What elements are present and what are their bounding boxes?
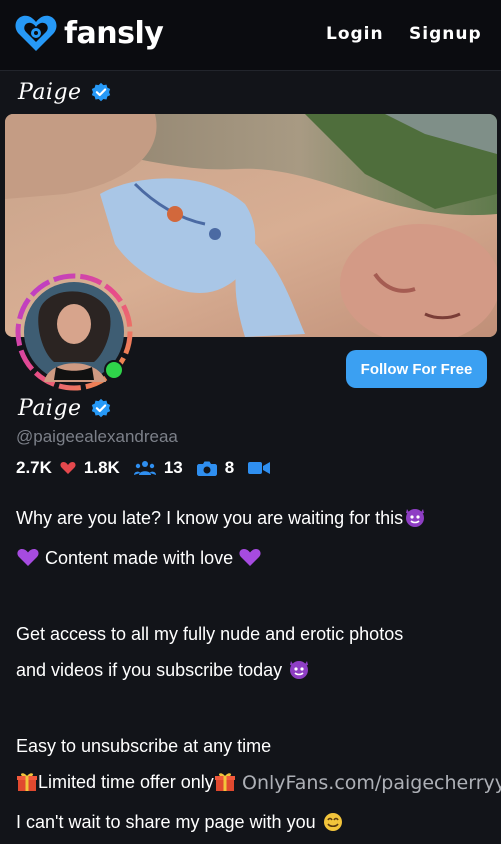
display-name: Paige — [18, 396, 82, 421]
profile-stats: 2.7K 1.8K 13 8 — [16, 458, 278, 478]
devil-emoji-icon — [403, 504, 427, 540]
followers-count: 2.7K — [16, 458, 52, 477]
verified-badge-icon — [91, 82, 110, 101]
heart-icon — [60, 462, 76, 474]
bio-text: I can't wait to share my page with you — [16, 812, 316, 832]
display-name-header: Paige — [18, 80, 82, 105]
bio-text: Get access to all my fully nude and erot… — [16, 624, 404, 644]
bio-spacer — [16, 692, 496, 728]
users-icon — [133, 461, 156, 475]
follow-for-free-button[interactable]: Follow For Free — [346, 350, 487, 388]
bio-spacer — [16, 580, 496, 616]
profile-avatar[interactable] — [14, 272, 134, 392]
watermark-text: OnlyFans.com/paigecherryy — [242, 772, 501, 794]
profile-header-name: Paige — [18, 80, 112, 105]
likes-count: 1.8K — [83, 458, 120, 477]
brand-name: fansly — [64, 15, 164, 51]
login-link[interactable]: Login — [326, 24, 384, 44]
online-status-indicator — [104, 360, 124, 380]
video-camera-icon — [248, 462, 271, 474]
verified-badge-icon — [91, 398, 110, 417]
gift-icon — [214, 768, 236, 804]
bio-text: Limited time offer only — [38, 772, 214, 792]
bio-text: Content made with love — [45, 548, 234, 568]
bio-line: Why are you late? I know you are waiting… — [16, 500, 496, 540]
top-navbar: fansly Login Signup — [0, 0, 501, 71]
purple-heart-icon — [16, 544, 40, 580]
bio-line: and videos if you subscribe today — [16, 652, 496, 692]
fansly-heart-icon — [15, 15, 57, 51]
subscribers-count: 13 — [163, 458, 183, 477]
bio-text: Why are you late? I know you are waiting… — [16, 508, 404, 528]
bio-line: I can't wait to share my page with you — [16, 804, 496, 844]
bio-line: Content made with love — [16, 540, 496, 580]
bio-text: and videos if you subscribe today — [16, 660, 283, 680]
photos-count: 8 — [224, 458, 235, 477]
bio-line: Easy to unsubscribe at any time — [16, 728, 496, 764]
camera-icon — [196, 461, 217, 476]
smile-emoji-icon — [321, 808, 345, 844]
signup-link[interactable]: Signup — [409, 24, 482, 44]
gift-icon — [16, 768, 38, 804]
profile-handle: @paigeealexandreaa — [16, 427, 178, 446]
purple-heart-icon — [238, 544, 262, 580]
profile-name-row: Paige — [18, 396, 112, 421]
fansly-logo[interactable]: fansly — [14, 13, 164, 53]
bio-line: Get access to all my fully nude and erot… — [16, 616, 496, 652]
bio-text: Easy to unsubscribe at any time — [16, 736, 272, 756]
devil-emoji-icon — [287, 656, 311, 692]
